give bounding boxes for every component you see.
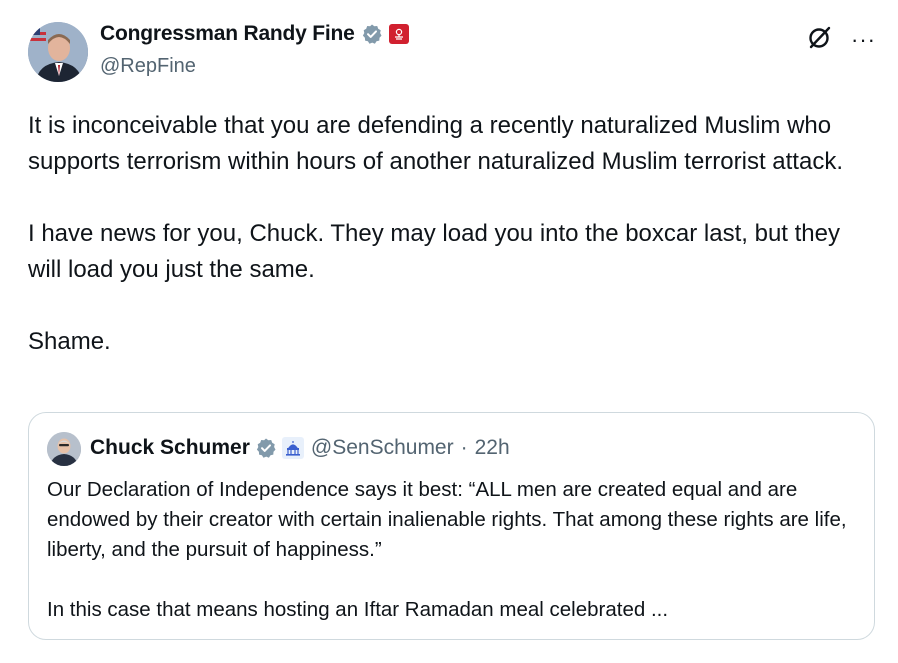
verified-badge-icon[interactable]: [361, 23, 383, 45]
quoted-tweet-text: Our Declaration of Independence says it …: [47, 475, 862, 625]
tweet-actions: ···: [807, 24, 876, 55]
quoted-paragraph: Our Declaration of Independence says it …: [47, 478, 847, 561]
tweet-paragraph: I have news for you, Chuck. They may loa…: [28, 220, 840, 283]
author-avatar[interactable]: [28, 22, 88, 82]
author-header: Congressman Randy Fine: [100, 22, 409, 46]
author-name[interactable]: Congressman Randy Fine: [100, 22, 355, 46]
tweet-paragraph: It is inconceivable that you are defendi…: [28, 112, 843, 175]
meta-separator: ·: [460, 436, 468, 459]
quoted-author-avatar[interactable]: [47, 432, 81, 466]
author-handle[interactable]: @RepFine: [100, 55, 196, 78]
grok-icon[interactable]: [807, 24, 833, 55]
us-house-flag-icon[interactable]: [388, 24, 409, 44]
quoted-tweet[interactable]: Chuck Schumer @SenSchumer · 22h Our Decl…: [28, 412, 875, 640]
quoted-header: Chuck Schumer @SenSchumer · 22h: [90, 436, 510, 460]
verified-badge-icon[interactable]: [255, 437, 277, 459]
quoted-paragraph: In this case that means hosting an Iftar…: [47, 598, 669, 621]
tweet-paragraph: Shame.: [28, 328, 111, 355]
quoted-author-avatar-image: [47, 432, 81, 466]
us-senate-capitol-icon[interactable]: [281, 437, 304, 459]
author-avatar-image: [28, 22, 88, 82]
quoted-timestamp[interactable]: 22h: [475, 436, 510, 460]
more-options-icon[interactable]: ···: [851, 28, 876, 51]
tweet-text: It is inconceivable that you are defendi…: [28, 108, 878, 360]
quoted-author-name[interactable]: Chuck Schumer: [90, 436, 250, 460]
quoted-author-handle[interactable]: @SenSchumer: [311, 436, 454, 460]
